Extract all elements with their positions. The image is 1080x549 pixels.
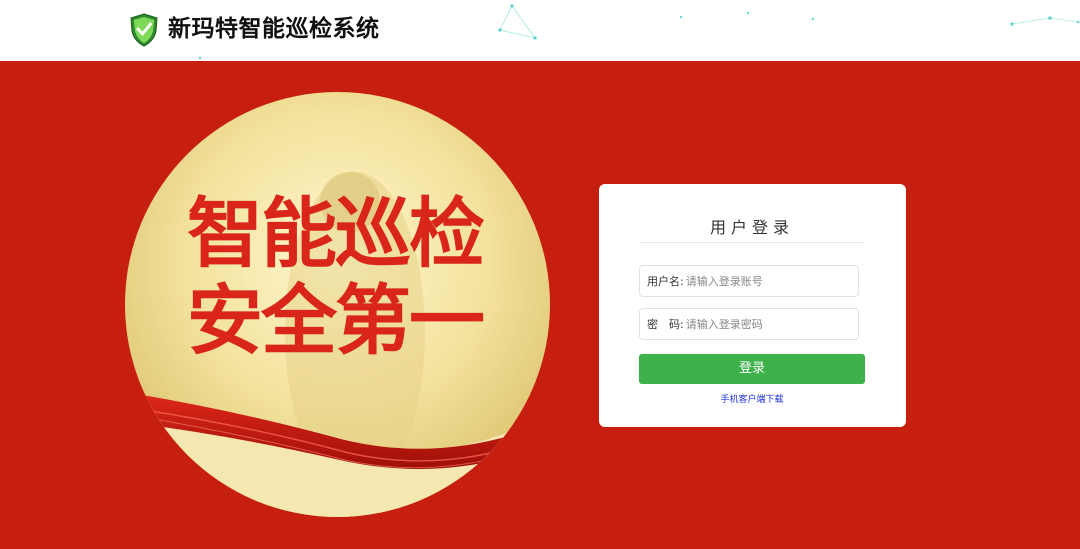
divider [639, 242, 865, 243]
safety-slogan-banner: 智能巡检 安全第一 [125, 92, 550, 517]
username-field[interactable]: 用户名: [639, 265, 859, 297]
slogan-line-2: 安全第一 [187, 276, 485, 365]
password-field[interactable]: 密 码: [639, 308, 859, 340]
network-decoration [198, 4, 1080, 60]
slogan-line-1: 智能巡检 [187, 189, 485, 278]
mobile-download-link[interactable]: 手机客户端下载 [639, 392, 865, 405]
password-input[interactable] [683, 317, 858, 331]
login-title: 用户登录 [709, 218, 794, 237]
login-button[interactable]: 登录 [639, 354, 865, 384]
page-title: 新玛特智能巡检系统 [168, 16, 380, 42]
shield-check-icon [130, 13, 158, 47]
password-label: 密 码: [647, 318, 684, 331]
username-label: 用户名: [647, 275, 684, 288]
login-panel: 用户登录 用户名: 密 码: 登录 手机客户端下载 [599, 184, 906, 427]
main-background: 智能巡检 安全第一 用户登录 用户名: 密 码: 登录 手机客户端下载 [0, 61, 1080, 549]
username-input[interactable] [683, 274, 858, 288]
header-bar: 新玛特智能巡检系统 [0, 0, 1080, 61]
